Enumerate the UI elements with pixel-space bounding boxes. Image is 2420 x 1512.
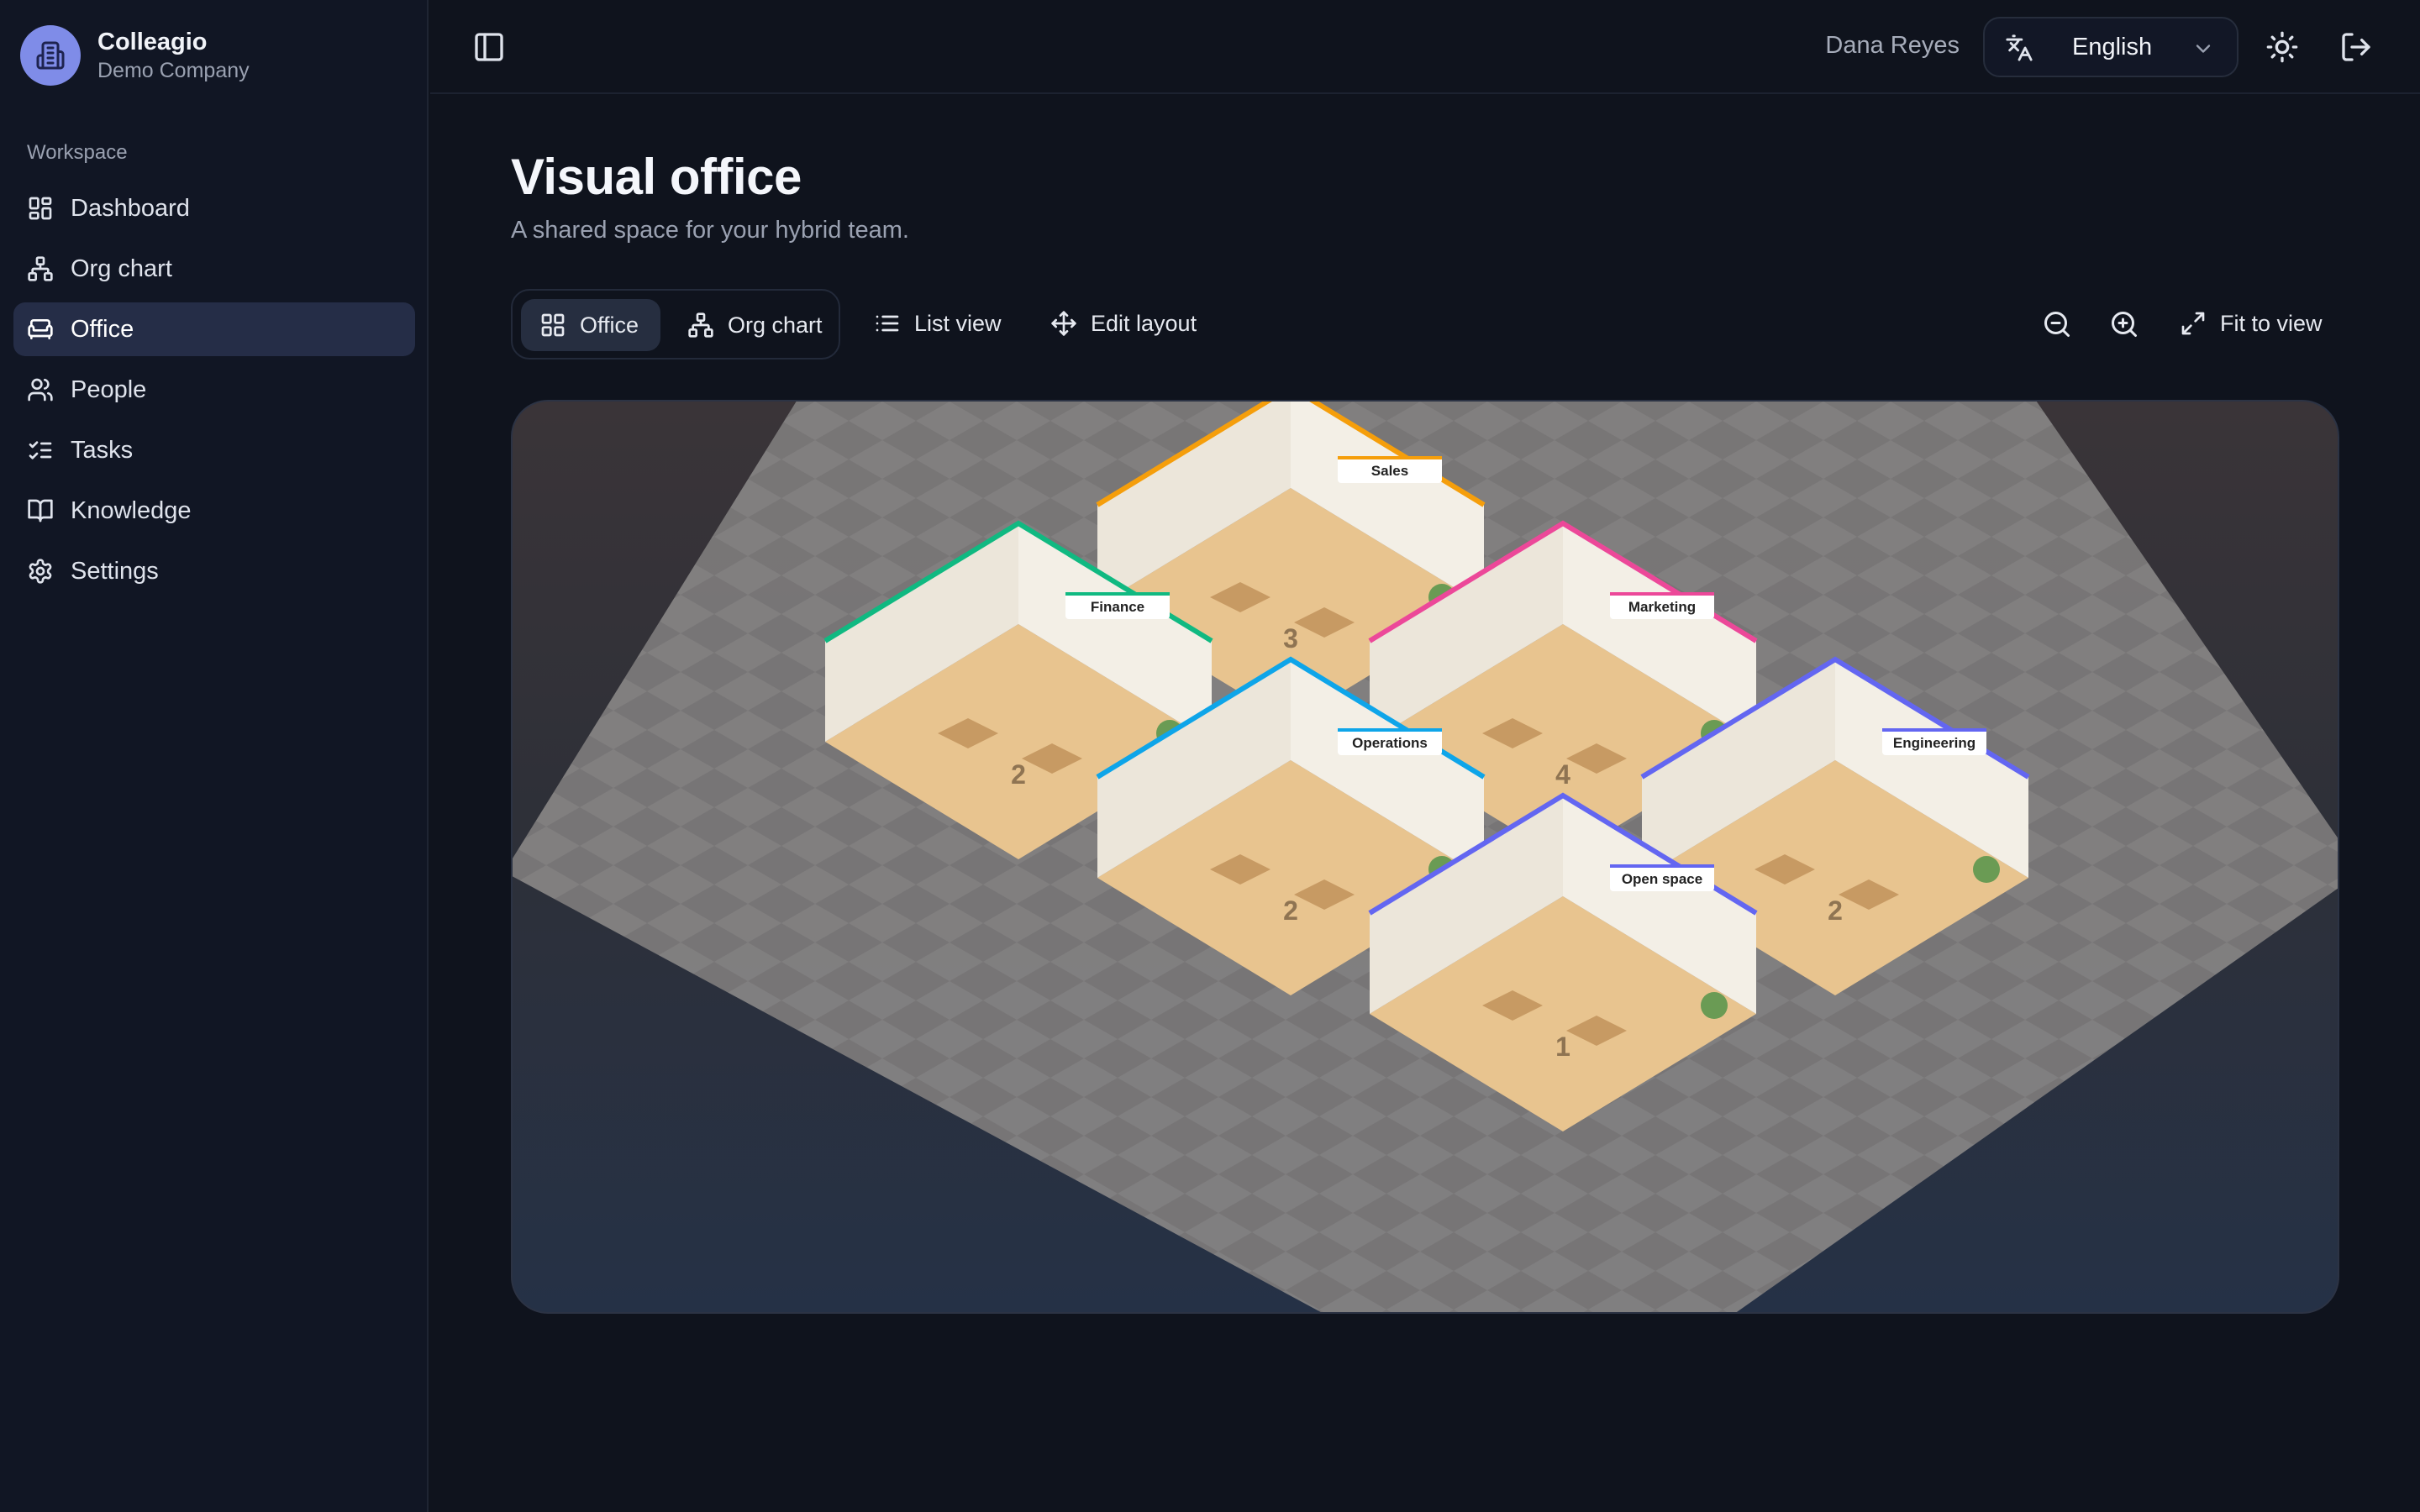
fit-to-view-label: Fit to view — [2220, 310, 2323, 336]
chevron-down-icon — [2196, 45, 2211, 53]
list-icon — [876, 315, 899, 332]
plant — [1701, 992, 1728, 1019]
section-label-workspace: Workspace — [27, 141, 128, 164]
org-chart-icon — [28, 256, 53, 281]
sidebar-item-knowledge[interactable]: Knowledge — [13, 484, 415, 538]
room-label: Engineering — [1893, 735, 1975, 751]
room-occupancy-count: 3 — [1283, 623, 1298, 654]
room-label-accent — [1065, 592, 1170, 596]
sidebar-item-label: Knowledge — [71, 496, 192, 524]
room-label: Operations — [1352, 735, 1428, 751]
fit-to-view-button[interactable]: Fit to view — [2180, 302, 2323, 344]
view-toggle-label: Office — [580, 312, 639, 338]
sidebar-item-label: Office — [71, 315, 134, 343]
dashboard-icon — [29, 197, 52, 220]
view-toggle-office[interactable]: Office — [521, 299, 660, 351]
room-occupancy-count: 2 — [1828, 895, 1843, 926]
room-occupancy-count: 1 — [1555, 1032, 1570, 1062]
page-subtitle: A shared space for your hybrid team. — [511, 217, 909, 244]
org-chart-icon — [688, 312, 713, 338]
gear-icon — [29, 559, 52, 584]
room-occupancy-count: 4 — [1555, 759, 1570, 790]
room-label-accent — [1338, 456, 1442, 459]
zoom-in-icon[interactable] — [2109, 309, 2139, 339]
sidebar-item-people[interactable]: People — [13, 363, 415, 417]
edit-layout-label: Edit layout — [1091, 310, 1197, 336]
view-toggle: Office Org chart — [511, 289, 840, 360]
sidebar-item-label: People — [71, 375, 147, 403]
sidebar-item-label: Tasks — [71, 436, 134, 464]
room-label: Marketing — [1628, 599, 1696, 615]
sidebar: Colleagio Demo Company Workspace Dashboa… — [0, 0, 429, 1512]
brand[interactable]: Colleagio Demo Company — [20, 25, 250, 86]
list-view-label: List view — [914, 310, 1002, 336]
top-bar: Dana Reyes English — [430, 0, 2420, 94]
logout-icon[interactable] — [2339, 30, 2373, 64]
sidebar-item-tasks[interactable]: Tasks — [13, 423, 415, 477]
office-canvas[interactable]: 3 Sales 2 Finance 4 Marketing 2 Operations 2 Engi… — [511, 400, 2339, 1314]
sidebar-item-org-chart[interactable]: Org chart — [13, 242, 415, 296]
room-label-accent — [1338, 728, 1442, 732]
sidebar-item-settings[interactable]: Settings — [13, 544, 415, 598]
book-icon — [28, 499, 53, 522]
page-title: Visual office — [511, 149, 802, 205]
plant — [1973, 856, 2000, 883]
room-label: Open space — [1622, 871, 1702, 887]
room-label: Sales — [1371, 463, 1408, 479]
view-toggle-org-chart[interactable]: Org chart — [669, 299, 834, 351]
translate-icon — [2006, 34, 2033, 61]
sidebar-toggle-icon[interactable] — [472, 30, 506, 64]
edit-layout-button[interactable]: Edit layout — [1050, 302, 1197, 344]
office-floor-map: 3 Sales 2 Finance 4 Marketing 2 Operations 2 Engi… — [513, 402, 2338, 1312]
language-select[interactable]: English — [1983, 17, 2238, 77]
sidebar-item-label: Settings — [71, 557, 159, 585]
tasks-icon — [29, 441, 52, 459]
building-icon — [20, 25, 81, 86]
list-view-button[interactable]: List view — [874, 302, 1002, 344]
move-icon — [1051, 311, 1076, 336]
sidebar-nav: Dashboard Org chart Office People Tasks … — [13, 181, 415, 605]
zoom-out-icon[interactable] — [2042, 309, 2072, 339]
sun-icon[interactable] — [2265, 30, 2299, 64]
sidebar-item-office[interactable]: Office — [13, 302, 415, 356]
room-occupancy-count: 2 — [1011, 759, 1026, 790]
sidebar-item-dashboard[interactable]: Dashboard — [13, 181, 415, 235]
brand-name: Colleagio — [97, 29, 208, 55]
sidebar-item-label: Dashboard — [71, 194, 190, 222]
view-toggle-label: Org chart — [728, 312, 823, 338]
room-label: Finance — [1091, 599, 1144, 615]
grid-icon — [541, 313, 565, 337]
company-name: Demo Company — [97, 59, 250, 82]
user-name: Dana Reyes — [1825, 32, 1960, 59]
people-icon — [28, 378, 53, 402]
room-occupancy-count: 2 — [1283, 895, 1298, 926]
room-label-accent — [1610, 592, 1714, 596]
room-label-accent — [1882, 728, 1986, 732]
expand-icon — [2181, 312, 2205, 335]
room-label-accent — [1610, 864, 1714, 868]
language-value: English — [2072, 34, 2153, 60]
sofa-icon — [28, 319, 53, 339]
sidebar-item-label: Org chart — [71, 255, 172, 282]
